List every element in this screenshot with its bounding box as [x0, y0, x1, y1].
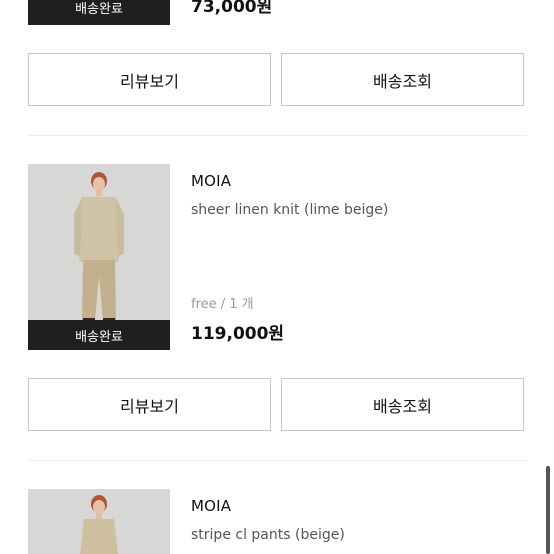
review-button[interactable]: 리뷰보기: [28, 53, 271, 106]
status-badge: 배송완료: [28, 0, 170, 25]
product-price: 73,000원: [191, 0, 273, 17]
status-badge: 배송완료: [28, 320, 170, 350]
divider: [28, 135, 526, 136]
brand-name: MOIA: [191, 497, 232, 515]
product-option: free / 1 개: [191, 297, 254, 312]
delivery-tracking-button[interactable]: 배송조회: [281, 53, 524, 106]
scrollbar[interactable]: [546, 466, 550, 554]
divider: [28, 460, 526, 461]
brand-name: MOIA: [191, 172, 232, 190]
product-name[interactable]: sheer linen knit (lime beige): [191, 202, 388, 218]
product-thumbnail[interactable]: 배송완료: [28, 0, 170, 25]
product-price: 119,000원: [191, 324, 285, 344]
product-name[interactable]: stripe cl pants (beige): [191, 527, 345, 543]
delivery-tracking-button[interactable]: 배송조회: [281, 378, 524, 431]
review-button[interactable]: 리뷰보기: [28, 378, 271, 431]
product-thumbnail[interactable]: 배송완료: [28, 164, 170, 350]
product-thumbnail[interactable]: [28, 489, 170, 554]
product-photo: [28, 489, 170, 554]
